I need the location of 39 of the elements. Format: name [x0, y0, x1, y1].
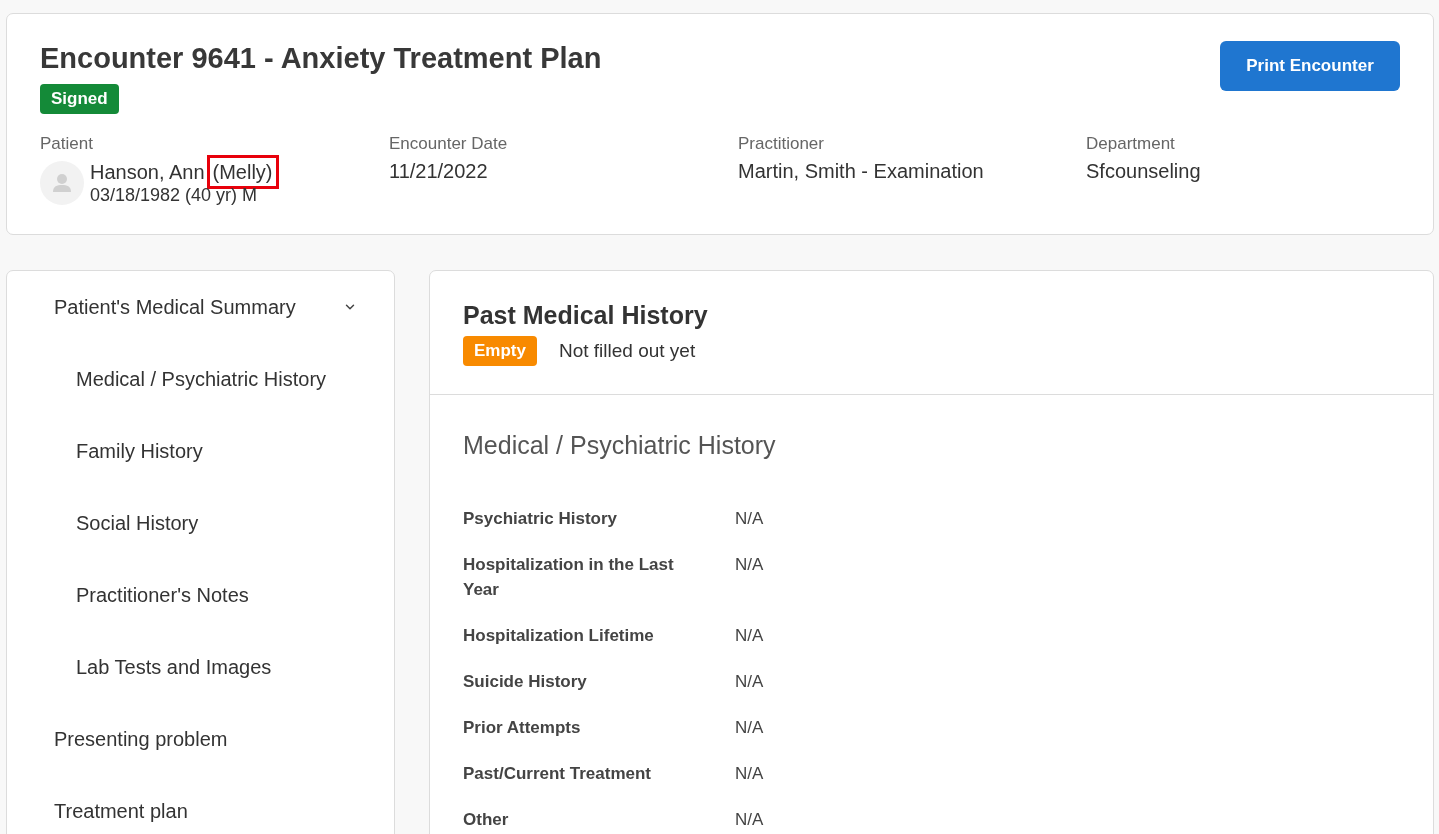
history-label: Other	[463, 809, 510, 831]
field-value: 11/21/2022	[389, 159, 488, 184]
history-label: Hospitalization in the Last Year	[463, 554, 675, 601]
status-badge: Signed	[40, 84, 119, 114]
sidebar-subitem[interactable]: Social History	[76, 510, 199, 536]
patient-name: Hanson, Ann	[90, 160, 205, 185]
print-encounter-button[interactable]: Print Encounter	[1220, 41, 1400, 91]
avatar-icon	[40, 161, 84, 205]
history-value: N/A	[735, 625, 764, 647]
section-title: Past Medical History	[463, 300, 709, 331]
history-label: Prior Attempts	[463, 717, 582, 739]
history-value: N/A	[735, 508, 764, 530]
sidebar-subitem[interactable]: Practitioner's Notes	[76, 582, 249, 608]
field-label: Patient	[40, 133, 93, 155]
subsection-title: Medical / Psychiatric History	[463, 430, 777, 461]
history-value: N/A	[735, 554, 764, 576]
history-label: Past/Current Treatment	[463, 763, 652, 785]
status-badge: Empty	[463, 336, 537, 366]
field-value: Martin, Smith - Examination	[738, 159, 984, 184]
sidebar-item[interactable]: Patient's Medical Summary	[54, 294, 357, 320]
history-value: N/A	[735, 671, 764, 693]
history-label: Psychiatric History	[463, 508, 618, 530]
sidebar-subitem[interactable]: Medical / Psychiatric History	[76, 366, 327, 392]
encounter-title: Encounter 9641 - Anxiety Treatment Plan	[40, 41, 602, 76]
field-value: Sfcounseling	[1086, 159, 1201, 184]
history-label: Suicide History	[463, 671, 588, 693]
history-value: N/A	[735, 809, 764, 831]
sidebar-subitem[interactable]: Lab Tests and Images	[76, 654, 272, 680]
sidebar-subitem[interactable]: Family History	[76, 438, 203, 464]
history-value: N/A	[735, 763, 764, 785]
field-label: Department	[1086, 133, 1175, 155]
highlighted-nickname: (Melly)	[206, 155, 279, 189]
sidebar-item[interactable]: Presenting problem	[54, 726, 228, 752]
history-value: N/A	[735, 717, 764, 739]
field-label: Encounter Date	[389, 133, 508, 155]
status-note: Not filled out yet	[558, 339, 696, 363]
history-label: Hospitalization Lifetime	[463, 625, 655, 647]
field-label: Practitioner	[738, 133, 824, 155]
sidebar-item[interactable]: Treatment plan	[54, 798, 188, 824]
